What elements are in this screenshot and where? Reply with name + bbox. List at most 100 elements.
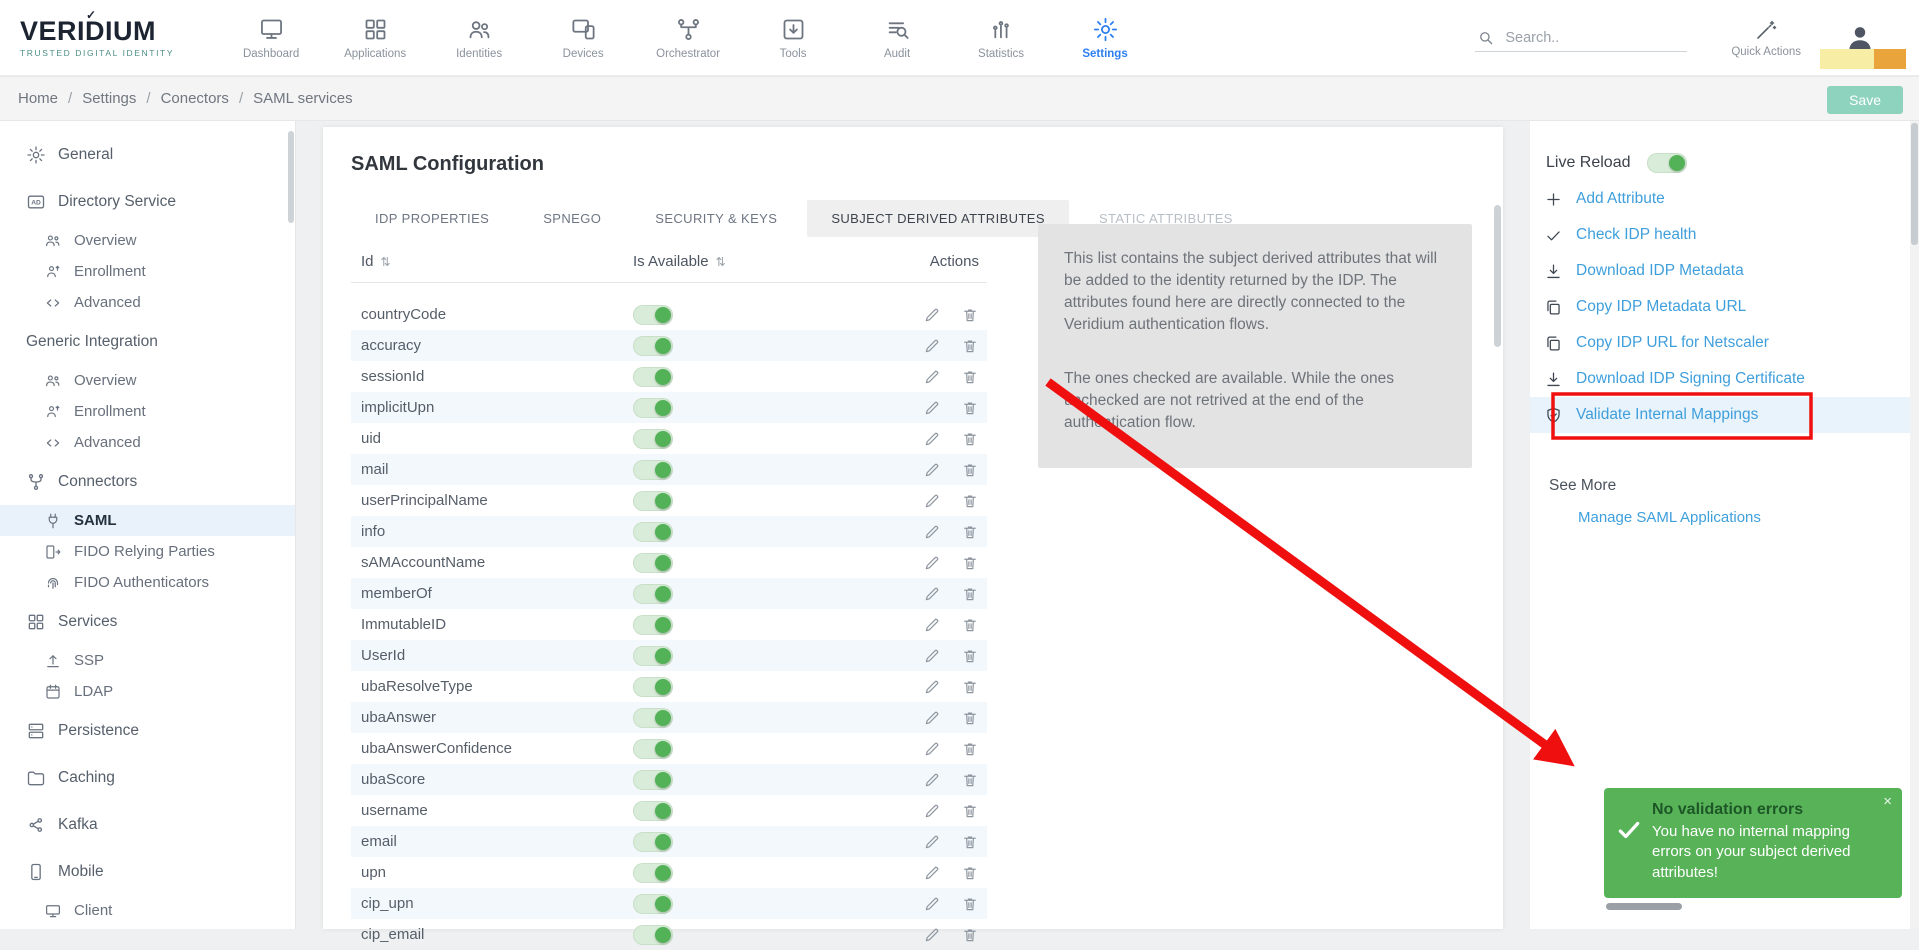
edit-icon[interactable] (923, 771, 941, 789)
availability-toggle[interactable] (633, 429, 673, 449)
nav-item-tools[interactable]: Tools (762, 16, 824, 60)
edit-icon[interactable] (923, 709, 941, 727)
delete-icon[interactable] (961, 678, 979, 696)
sidebar-item-overview[interactable]: Overview (0, 225, 295, 256)
nav-item-statistics[interactable]: Statistics (970, 16, 1032, 60)
availability-toggle[interactable] (633, 801, 673, 821)
sidebar-item-ssp[interactable]: SSP (0, 645, 295, 676)
edit-icon[interactable] (923, 430, 941, 448)
crumb-settings[interactable]: Settings (58, 90, 136, 107)
tab-subject-derived-attributes[interactable]: SUBJECT DERIVED ATTRIBUTES (807, 200, 1069, 237)
edit-icon[interactable] (923, 306, 941, 324)
sidebar-item-persistence[interactable]: Persistence (0, 707, 295, 754)
availability-toggle[interactable] (633, 863, 673, 883)
action-download-idp-signing-certificate[interactable]: Download IDP Signing Certificate (1530, 361, 1910, 397)
close-icon[interactable]: × (1883, 793, 1892, 810)
edit-icon[interactable] (923, 895, 941, 913)
edit-icon[interactable] (923, 554, 941, 572)
delete-icon[interactable] (961, 709, 979, 727)
tab-idp-properties[interactable]: IDP PROPERTIES (351, 200, 513, 237)
delete-icon[interactable] (961, 306, 979, 324)
delete-icon[interactable] (961, 833, 979, 851)
availability-toggle[interactable] (633, 615, 673, 635)
availability-toggle[interactable] (633, 491, 673, 511)
available-column-header[interactable]: Is Available ⇅ (623, 253, 863, 270)
sidebar-item-general[interactable]: General (0, 131, 295, 178)
edit-icon[interactable] (923, 864, 941, 882)
crumb-saml-services[interactable]: SAML services (229, 90, 353, 107)
delete-icon[interactable] (961, 740, 979, 758)
sidebar-item-services[interactable]: Services (0, 598, 295, 645)
live-reload-toggle[interactable] (1647, 153, 1687, 173)
nav-item-dashboard[interactable]: Dashboard (240, 16, 302, 60)
action-copy-idp-url-for-netscaler[interactable]: Copy IDP URL for Netscaler (1530, 325, 1910, 361)
delete-icon[interactable] (961, 771, 979, 789)
edit-icon[interactable] (923, 585, 941, 603)
tab-security-keys[interactable]: SECURITY & KEYS (631, 200, 801, 237)
sidebar-item-ldap[interactable]: LDAP (0, 676, 295, 707)
nav-item-settings[interactable]: Settings (1074, 16, 1136, 60)
availability-toggle[interactable] (633, 367, 673, 387)
edit-icon[interactable] (923, 833, 941, 851)
edit-icon[interactable] (923, 802, 941, 820)
sidebar-item-client[interactable]: Client (0, 895, 295, 926)
sidebar-item-enrollment[interactable]: Enrollment (0, 256, 295, 287)
delete-icon[interactable] (961, 585, 979, 603)
availability-toggle[interactable] (633, 646, 673, 666)
sort-icon[interactable]: ⇅ (381, 255, 391, 269)
search-input[interactable] (1505, 30, 1675, 46)
manage-saml-applications-link[interactable]: Manage SAML Applications (1578, 509, 1761, 526)
crumb-conectors[interactable]: Conectors (136, 90, 229, 107)
edit-icon[interactable] (923, 368, 941, 386)
veridium-logo[interactable]: VERIDIUM TRUSTED DIGITAL IDENTITY (20, 18, 174, 58)
action-check-idp-health[interactable]: Check IDP health (1530, 217, 1910, 253)
sidebar-item-directory-service[interactable]: AD Directory Service (0, 178, 295, 225)
edit-icon[interactable] (923, 647, 941, 665)
delete-icon[interactable] (961, 430, 979, 448)
availability-toggle[interactable] (633, 398, 673, 418)
sidebar-item-advanced[interactable]: Advanced (0, 427, 295, 458)
availability-toggle[interactable] (633, 739, 673, 759)
search-icon[interactable] (1477, 29, 1495, 47)
save-button[interactable]: Save (1827, 86, 1903, 114)
delete-icon[interactable] (961, 523, 979, 541)
content-scrollbar[interactable] (1494, 205, 1501, 347)
nav-item-devices[interactable]: Devices (552, 16, 614, 60)
edit-icon[interactable] (923, 461, 941, 479)
availability-toggle[interactable] (633, 522, 673, 542)
quick-actions-button[interactable]: Quick Actions (1731, 18, 1801, 58)
edit-icon[interactable] (923, 523, 941, 541)
availability-toggle[interactable] (633, 832, 673, 852)
delete-icon[interactable] (961, 926, 979, 944)
edit-icon[interactable] (923, 399, 941, 417)
sidebar-item-fido-relying-parties[interactable]: FIDO Relying Parties (0, 536, 295, 567)
delete-icon[interactable] (961, 864, 979, 882)
nav-item-audit[interactable]: Audit (866, 16, 928, 60)
sort-icon[interactable]: ⇅ (716, 255, 726, 269)
delete-icon[interactable] (961, 647, 979, 665)
tab-spnego[interactable]: SPNEGO (519, 200, 625, 237)
action-validate-internal-mappings[interactable]: Validate Internal Mappings (1530, 397, 1910, 433)
action-download-idp-metadata[interactable]: Download IDP Metadata (1530, 253, 1910, 289)
edit-icon[interactable] (923, 678, 941, 696)
nav-item-identities[interactable]: Identities (448, 16, 510, 60)
sidebar-scrollbar[interactable] (288, 131, 294, 223)
availability-toggle[interactable] (633, 708, 673, 728)
availability-toggle[interactable] (633, 553, 673, 573)
sidebar-item-connectors[interactable]: Connectors (0, 458, 295, 505)
page-scrollbar[interactable] (1911, 123, 1918, 245)
edit-icon[interactable] (923, 337, 941, 355)
availability-toggle[interactable] (633, 584, 673, 604)
availability-toggle[interactable] (633, 894, 673, 914)
availability-toggle[interactable] (633, 677, 673, 697)
sidebar-item-generic-integration[interactable]: Generic Integration (0, 318, 295, 365)
sidebar-item-fido-authenticators[interactable]: FIDO Authenticators (0, 567, 295, 598)
delete-icon[interactable] (961, 616, 979, 634)
delete-icon[interactable] (961, 368, 979, 386)
delete-icon[interactable] (961, 895, 979, 913)
delete-icon[interactable] (961, 461, 979, 479)
nav-item-orchestrator[interactable]: Orchestrator (656, 16, 720, 60)
action-add-attribute[interactable]: Add Attribute (1530, 181, 1910, 217)
delete-icon[interactable] (961, 554, 979, 572)
availability-toggle[interactable] (633, 460, 673, 480)
